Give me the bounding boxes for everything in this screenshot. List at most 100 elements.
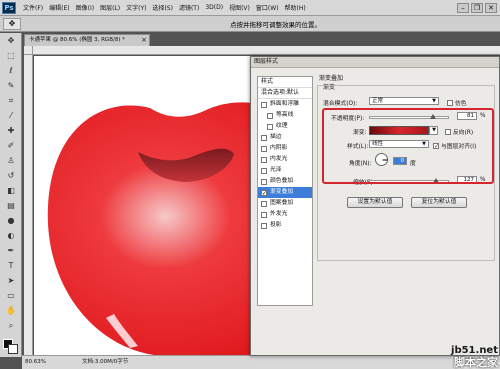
style-item[interactable]: 内阴影 [258, 143, 312, 154]
menu-view[interactable]: 视图(V) [226, 3, 253, 12]
annotation-highlight-box [322, 108, 494, 184]
photoshop-logo: Ps [2, 1, 16, 14]
menu-window[interactable]: 窗口(W) [253, 3, 282, 12]
move-tool-icon[interactable]: ✥ [3, 17, 21, 30]
style-item-checkbox[interactable] [261, 156, 267, 163]
pen-icon[interactable]: ✒ [2, 244, 20, 258]
gradient-icon[interactable]: ▤ [2, 199, 20, 213]
style-item-checkbox[interactable] [261, 211, 267, 218]
background-color-swatch[interactable] [8, 344, 18, 354]
style-item-label: 描边 [270, 134, 282, 140]
horizontal-ruler [33, 46, 500, 55]
status-bar: 80.63% 文档:3.00M/0字节 [22, 355, 500, 369]
menu-layer[interactable]: 图层(L) [97, 3, 123, 12]
style-item-checkbox[interactable] [261, 134, 267, 141]
style-item-checkbox[interactable] [261, 178, 267, 185]
style-item-checkbox[interactable] [261, 101, 267, 108]
zoom-level[interactable]: 80.63% [25, 356, 46, 369]
zoom-icon[interactable]: ⌕ [2, 319, 20, 333]
lasso-icon[interactable]: ℓ [2, 64, 20, 78]
toolbox: ✥ ⬚ ℓ ✎ ⌗ ⁄ ✚ ✐ ♙ ↺ ◧ ▤ ● ◐ ✒ T ➤ ▭ ✋ ⌕ [0, 33, 22, 357]
vertical-ruler [24, 55, 33, 355]
style-item-label: 斜面和浮雕 [270, 101, 299, 107]
style-item[interactable]: ✓ 渐变叠加 [258, 187, 312, 198]
watermark-site-name: 脚本之家 [454, 356, 498, 369]
style-item-checkbox[interactable] [261, 145, 267, 152]
type-icon[interactable]: T [2, 259, 20, 273]
marquee-icon[interactable]: ⬚ [2, 49, 20, 63]
dither-label: 仿色 [455, 101, 467, 107]
style-item-label: 外发光 [270, 211, 288, 217]
blend-options-item[interactable]: 混合选项:默认 [258, 88, 312, 99]
eyedropper-icon[interactable]: ⁄ [2, 109, 20, 123]
style-item-checkbox[interactable]: ✓ [261, 189, 267, 196]
watermark: jb51.net 脚本之家 [451, 345, 498, 369]
styles-header[interactable]: 样式 [258, 77, 312, 88]
style-item-checkbox[interactable] [267, 112, 273, 119]
healing-icon[interactable]: ✚ [2, 124, 20, 138]
menu-filter[interactable]: 滤镜(T) [176, 3, 202, 12]
menu-select[interactable]: 选择(S) [149, 3, 176, 12]
menu-type[interactable]: 文字(Y) [123, 3, 149, 12]
panel-title: 渐变叠加 [319, 75, 344, 82]
options-bar: ✥ 点按并拖移可调整效果的位置。 [0, 16, 500, 32]
crop-icon[interactable]: ⌗ [2, 94, 20, 108]
menu-file[interactable]: 文件(F) [20, 3, 46, 12]
close-icon[interactable]: ✕ [485, 2, 497, 13]
dither-checkbox[interactable] [447, 99, 453, 106]
style-item[interactable]: 纹理 [258, 121, 312, 132]
ruler-corner [24, 46, 33, 55]
blur-icon[interactable]: ● [2, 214, 20, 228]
blend-mode-label: 混合模式(O): [323, 101, 358, 107]
style-list: 样式 混合选项:默认 斜面和浮雕 等高线 纹理 描边 内阴影 内发光 光泽 颜色叠加 ✓ 渐变叠加… [257, 76, 313, 306]
style-item[interactable]: 外发光 [258, 209, 312, 220]
move-icon[interactable]: ✥ [2, 34, 20, 48]
style-item-label: 投影 [270, 222, 282, 228]
restore-icon[interactable]: ❐ [471, 2, 483, 13]
style-item-checkbox[interactable] [261, 200, 267, 207]
quick-select-icon[interactable]: ✎ [2, 79, 20, 93]
chevron-down-icon: ▼ [432, 98, 436, 104]
brush-icon[interactable]: ✐ [2, 139, 20, 153]
gradient-overlay-panel: 渐变叠加 渐变 混合模式(O): 正常 ▼ 仿色 不透明度(P): 81 % 渐变… [317, 71, 499, 307]
stamp-icon[interactable]: ♙ [2, 154, 20, 168]
path-select-icon[interactable]: ➤ [2, 274, 20, 288]
style-item[interactable]: 颜色叠加 [258, 176, 312, 187]
eraser-icon[interactable]: ◧ [2, 184, 20, 198]
make-default-button[interactable]: 设置为默认值 [347, 197, 403, 208]
style-item-label: 图案叠加 [270, 200, 294, 206]
style-item[interactable]: 描边 [258, 132, 312, 143]
style-item-label: 光泽 [270, 167, 282, 173]
style-item-label: 渐变叠加 [270, 189, 294, 195]
style-item[interactable]: 投影 [258, 220, 312, 231]
blend-mode-select[interactable]: 正常 ▼ [369, 97, 439, 105]
menu-image[interactable]: 图像(I) [73, 3, 97, 12]
style-item-checkbox[interactable] [261, 222, 267, 229]
watermark-url: jb51.net [451, 345, 498, 356]
style-item-label: 等高线 [276, 112, 294, 118]
style-item[interactable]: 内发光 [258, 154, 312, 165]
style-item-label: 颜色叠加 [270, 178, 294, 184]
style-item[interactable]: 等高线 [258, 110, 312, 121]
document-title: 卡通苹果 @ 80.6% (椭圆 3, RGB/8) * [29, 37, 125, 43]
shape-icon[interactable]: ▭ [2, 289, 20, 303]
style-item[interactable]: 斜面和浮雕 [258, 99, 312, 110]
dialog-title: 图层样式 [251, 57, 499, 68]
dodge-icon[interactable]: ◐ [2, 229, 20, 243]
style-item[interactable]: 图案叠加 [258, 198, 312, 209]
minimize-icon[interactable]: – [457, 2, 469, 13]
menu-help[interactable]: 帮助(H) [282, 3, 309, 12]
menu-edit[interactable]: 编辑(E) [46, 3, 72, 12]
options-hint: 点按并拖移可调整效果的位置。 [230, 21, 321, 29]
reset-default-button[interactable]: 复位为默认值 [411, 197, 467, 208]
document-tab[interactable]: 卡通苹果 @ 80.6% (椭圆 3, RGB/8) * × [24, 34, 150, 46]
history-brush-icon[interactable]: ↺ [2, 169, 20, 183]
tab-close-icon[interactable]: × [141, 35, 147, 46]
menu-3d[interactable]: 3D(D) [202, 4, 226, 11]
document-info[interactable]: 文档:3.00M/0字节 [82, 356, 128, 369]
style-item-checkbox[interactable] [261, 167, 267, 174]
hand-icon[interactable]: ✋ [2, 304, 20, 318]
style-item[interactable]: 光泽 [258, 165, 312, 176]
style-item-label: 内阴影 [270, 145, 288, 151]
style-item-checkbox[interactable] [267, 123, 273, 130]
